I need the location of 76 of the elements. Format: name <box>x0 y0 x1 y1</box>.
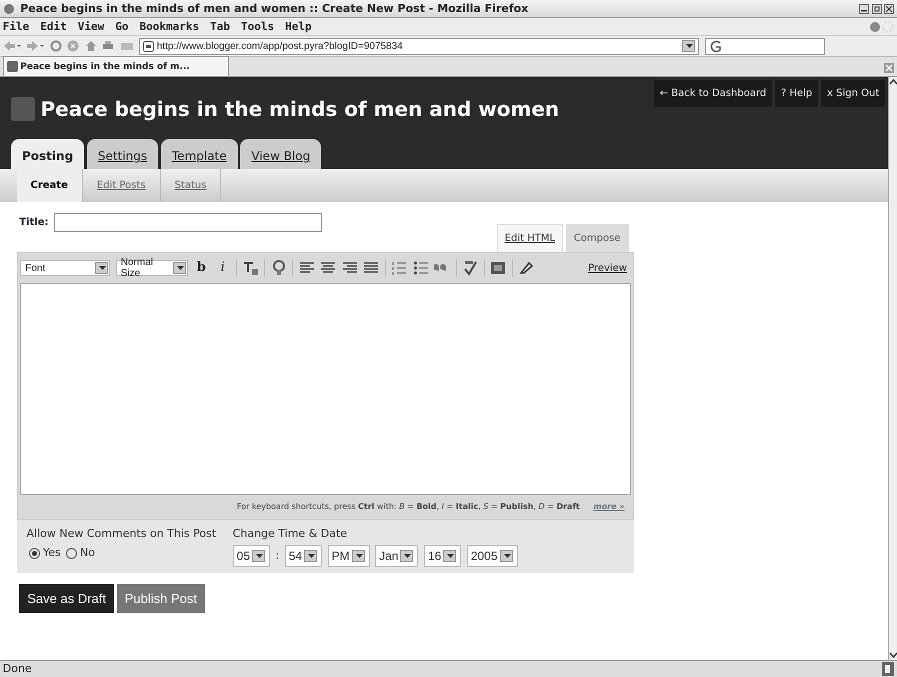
header-link[interactable]: ? Help <box>774 80 818 107</box>
date-select[interactable]: 05 <box>232 545 270 568</box>
close-tab-icon[interactable] <box>884 63 894 74</box>
size-select[interactable]: Normal Size <box>116 260 188 276</box>
menu-item[interactable]: Tools <box>240 20 274 33</box>
preview-link[interactable]: Preview <box>588 260 627 276</box>
menu-item[interactable]: View <box>78 20 104 33</box>
radio-label: Yes <box>43 545 61 562</box>
scrollbar[interactable] <box>888 77 897 660</box>
nav-tab[interactable]: Settings <box>86 139 158 169</box>
bullet-list-icon[interactable] <box>412 260 429 276</box>
site-icon <box>143 40 154 52</box>
blog-title: Peace begins in the minds of men and women <box>40 97 560 121</box>
post-button[interactable]: Save as Draft <box>19 584 114 614</box>
sub-tab[interactable]: Status <box>160 169 222 202</box>
font-select[interactable]: Font <box>20 260 110 276</box>
date-select[interactable]: PM <box>328 545 370 568</box>
comments-label: Allow New Comments on This Post <box>26 526 216 542</box>
menu-item[interactable]: File <box>2 20 30 33</box>
scroll-up-icon[interactable] <box>889 77 897 87</box>
radio-label: No <box>80 545 95 562</box>
menu-item[interactable]: Help <box>285 20 312 33</box>
nav-tab[interactable]: View Blog <box>240 139 322 169</box>
site-icon <box>6 61 18 72</box>
format-button[interactable]: i <box>214 260 231 276</box>
header-link[interactable]: ← Back to Dashboard <box>654 80 772 107</box>
numbered-list-icon[interactable] <box>391 260 408 276</box>
date-select[interactable]: 16 <box>424 545 462 568</box>
link-icon[interactable] <box>270 260 287 276</box>
date-select[interactable]: Jan <box>375 545 418 568</box>
text-color-icon[interactable] <box>242 260 259 276</box>
align-right-icon[interactable] <box>342 260 358 276</box>
close-icon[interactable] <box>884 4 894 14</box>
align-center-icon[interactable] <box>320 260 336 276</box>
date-select[interactable]: 54 <box>284 545 322 568</box>
blog-logo-icon <box>11 97 35 121</box>
format-button[interactable]: b <box>193 260 210 276</box>
minimize-icon[interactable] <box>858 4 869 14</box>
sub-tab[interactable]: Create <box>16 169 83 202</box>
justify-icon[interactable] <box>363 260 380 276</box>
spellcheck-icon[interactable] <box>462 260 478 276</box>
scroll-down-icon[interactable] <box>889 650 897 660</box>
search-engine-icon <box>708 40 722 52</box>
radio-button[interactable] <box>29 548 40 559</box>
window-title: Peace begins in the minds of men and women :: Create New Post - Mozilla Firefox <box>20 2 528 15</box>
post-button[interactable]: Publish Post <box>116 584 206 614</box>
nav-tab[interactable]: Template <box>160 139 238 169</box>
throbber-icon <box>870 20 894 32</box>
eraser-icon[interactable] <box>518 260 534 276</box>
radio-button[interactable] <box>66 548 78 559</box>
title-label: Title: <box>19 216 48 230</box>
browser-tab[interactable]: Peace begins in the minds of m... <box>2 56 229 76</box>
nav-tab[interactable]: Posting <box>11 139 84 169</box>
title-field[interactable] <box>54 213 322 232</box>
restore-icon[interactable] <box>872 4 882 14</box>
search-field[interactable] <box>704 38 825 54</box>
menu-item[interactable]: Go <box>115 20 128 33</box>
date-label: Change Time & Date <box>232 526 348 542</box>
menu-item[interactable]: Edit <box>40 20 67 33</box>
editor-mode-tab[interactable]: Compose <box>566 224 628 252</box>
image-icon[interactable] <box>490 260 506 276</box>
shortcut-hint: For keyboard shortcuts, press Ctrl with: B = Bold, I = Italic, S = Publish, D = Draft <box>236 502 580 511</box>
address-field[interactable]: http://www.blogger.com/app/post.pyra?blogID=9075834 <box>139 38 700 54</box>
firefox-icon <box>2 2 15 14</box>
sub-tab[interactable]: Edit Posts <box>82 169 161 202</box>
menu-item[interactable]: Bookmarks <box>140 20 200 33</box>
print-icon[interactable] <box>102 40 114 52</box>
status-text: Done <box>2 660 32 677</box>
editor-mode-tab[interactable]: Edit HTML <box>496 224 564 252</box>
reload-icon[interactable] <box>50 40 62 52</box>
align-left-icon[interactable] <box>298 260 315 276</box>
time-separator: : <box>276 548 280 564</box>
header-link[interactable]: x Sign Out <box>821 80 886 107</box>
blogger-status-icon <box>882 662 894 676</box>
date-select[interactable]: 2005 <box>466 545 518 568</box>
menu-item[interactable]: Tab <box>210 20 230 33</box>
